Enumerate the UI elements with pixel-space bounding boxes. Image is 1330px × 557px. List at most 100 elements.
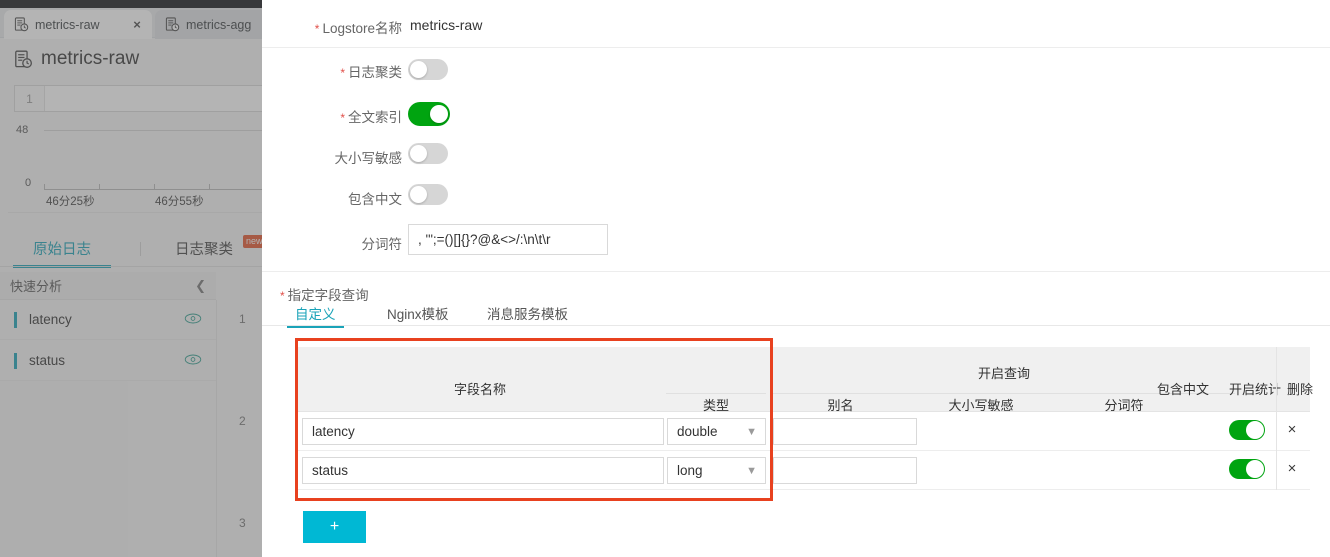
- chevron-down-icon: ▼: [746, 464, 757, 477]
- tab-divider: [140, 242, 141, 256]
- field-type-select-row-1[interactable]: long ▼: [667, 457, 766, 484]
- chart-y-label-bottom: 0: [25, 177, 32, 189]
- toggle-enable-stats-row-1[interactable]: [1229, 459, 1265, 479]
- toggle-case-sensitive[interactable]: [408, 143, 448, 164]
- status-badge: new: [243, 235, 262, 248]
- chart-x-label: 46分55秒: [155, 196, 204, 208]
- alias-input-row-1[interactable]: [773, 457, 917, 484]
- eye-icon[interactable]: [184, 352, 202, 370]
- toggle-knob: [1246, 421, 1264, 439]
- search-input[interactable]: 1: [14, 85, 262, 112]
- template-subtabs: 自定义 Nginx模板 消息服务模板: [262, 303, 1330, 328]
- table-col-delete: 删除: [1286, 382, 1313, 397]
- quick-analysis-item-label: latency: [29, 312, 72, 327]
- toggle-log-clustering[interactable]: [408, 59, 448, 80]
- section-divider: [262, 271, 1330, 272]
- subtabs-underline: [262, 325, 1330, 326]
- field-name-input-row-1[interactable]: status: [302, 457, 664, 484]
- chart-tick: [99, 184, 100, 190]
- toggle-knob: [410, 186, 427, 203]
- tabs-underline: [0, 266, 262, 267]
- field-marker: [14, 352, 17, 369]
- subtab-message-service-template[interactable]: 消息服务模板: [487, 303, 568, 323]
- browser-tab-bar: metrics-raw × metrics-agg: [0, 8, 262, 39]
- field-index-table: 字段名称 类型 开启查询 别名 大小写敏感 分词符 包含中文 开启统计 删除 l…: [295, 347, 1313, 490]
- quick-analysis-item-latency[interactable]: latency: [0, 300, 216, 340]
- field-label-logstore-name: * Logstore名称: [314, 21, 402, 36]
- page-title-text: metrics-raw: [41, 48, 140, 69]
- logstore-icon: [14, 50, 33, 69]
- toggle-knob: [410, 145, 427, 162]
- browser-tab-title: metrics-agg: [186, 17, 252, 32]
- header-rule: [666, 393, 766, 394]
- quick-analysis-title: 快速分析: [10, 279, 63, 294]
- field-label-case-sensitive: 大小写敏感: [334, 151, 403, 166]
- field-type-value: double: [677, 424, 718, 439]
- required-marker: *: [340, 111, 345, 125]
- chart-axis: [44, 189, 262, 190]
- panel-divider: [216, 300, 217, 557]
- field-type-select-row-0[interactable]: double ▼: [667, 418, 766, 445]
- field-name-value: latency: [312, 424, 355, 439]
- delimiter-input[interactable]: , '";=()[]{}?@&<>/:\n\t\r: [408, 224, 608, 255]
- toggle-knob: [430, 105, 448, 123]
- field-name-value: status: [312, 463, 349, 478]
- field-label-log-clustering: * 日志聚类: [340, 65, 402, 80]
- chevron-left-icon[interactable]: ❮: [195, 278, 206, 294]
- add-field-button[interactable]: +: [303, 511, 366, 543]
- log-view-tabs: 原始日志 日志聚类 new: [0, 234, 262, 268]
- log-line-number: 2: [239, 414, 246, 428]
- tab-log-clustering[interactable]: 日志聚类: [175, 238, 233, 259]
- required-marker: *: [340, 66, 345, 80]
- background-page: metrics-raw × metrics-agg metrics-raw 1 …: [0, 0, 262, 557]
- log-line-number: 1: [239, 312, 246, 326]
- browser-tab-metrics-agg[interactable]: metrics-agg: [155, 10, 262, 39]
- field-type-value: long: [677, 463, 703, 478]
- quick-analysis-item-label: status: [29, 353, 66, 368]
- eye-icon[interactable]: [184, 311, 202, 329]
- field-label-full-text-index: * 全文索引: [340, 110, 402, 125]
- table-row: status long ▼ ×: [295, 451, 1310, 490]
- chart-tick: [209, 184, 210, 190]
- required-marker: *: [314, 22, 320, 36]
- field-name-input-row-0[interactable]: latency: [302, 418, 664, 445]
- subtab-custom[interactable]: 自定义: [287, 303, 343, 328]
- log-line-number: 3: [239, 516, 246, 530]
- delete-row-icon-row-0[interactable]: ×: [1284, 422, 1300, 438]
- chart-tick: [154, 184, 155, 190]
- field-marker: [14, 311, 17, 328]
- chevron-down-icon: ▼: [746, 425, 757, 438]
- browser-chrome-top: [0, 0, 262, 8]
- toggle-knob: [410, 61, 427, 78]
- table-column-divider: [1276, 347, 1277, 490]
- quick-analysis-header: 快速分析 ❮: [0, 272, 216, 300]
- table-header: 字段名称 类型 开启查询 别名 大小写敏感 分词符 包含中文 开启统计 删除: [295, 347, 1313, 413]
- toggle-enable-stats-row-0[interactable]: [1229, 420, 1265, 440]
- page-title: metrics-raw: [14, 48, 139, 70]
- field-label-delimiter: 分词符: [361, 237, 403, 252]
- delete-row-icon-row-1[interactable]: ×: [1284, 461, 1300, 477]
- toggle-full-text-index[interactable]: [408, 102, 450, 126]
- logstore-icon: [14, 17, 29, 32]
- chart-x-label: 46分25秒: [46, 196, 95, 208]
- table-group-header-field-name: 字段名称: [453, 382, 506, 397]
- subtab-nginx-template[interactable]: Nginx模板: [387, 303, 449, 323]
- toggle-knob: [1246, 460, 1264, 478]
- tab-raw-logs[interactable]: 原始日志: [13, 238, 111, 268]
- close-icon[interactable]: ×: [130, 18, 144, 32]
- table-row: latency double ▼ ×: [295, 412, 1310, 451]
- field-value-logstore-name: metrics-raw: [410, 17, 483, 33]
- toggle-contains-chinese[interactable]: [408, 184, 448, 205]
- browser-tab-metrics-raw[interactable]: metrics-raw ×: [4, 10, 152, 39]
- section-label-field-query: * 指定字段查询: [280, 288, 369, 303]
- required-marker: *: [280, 289, 285, 303]
- chart-gridline: [44, 130, 262, 131]
- delimiter-input-value: , '";=()[]{}?@&<>/:\n\t\r: [418, 232, 551, 247]
- alias-input-row-0[interactable]: [773, 418, 917, 445]
- screen: metrics-raw × metrics-agg metrics-raw 1 …: [0, 0, 1330, 557]
- chart-y-label-top: 48: [16, 124, 29, 136]
- field-label-contains-chinese: 包含中文: [348, 192, 402, 207]
- quick-analysis-item-status[interactable]: status: [0, 341, 216, 381]
- search-line-number: 1: [15, 86, 45, 111]
- logstore-icon: [165, 17, 180, 32]
